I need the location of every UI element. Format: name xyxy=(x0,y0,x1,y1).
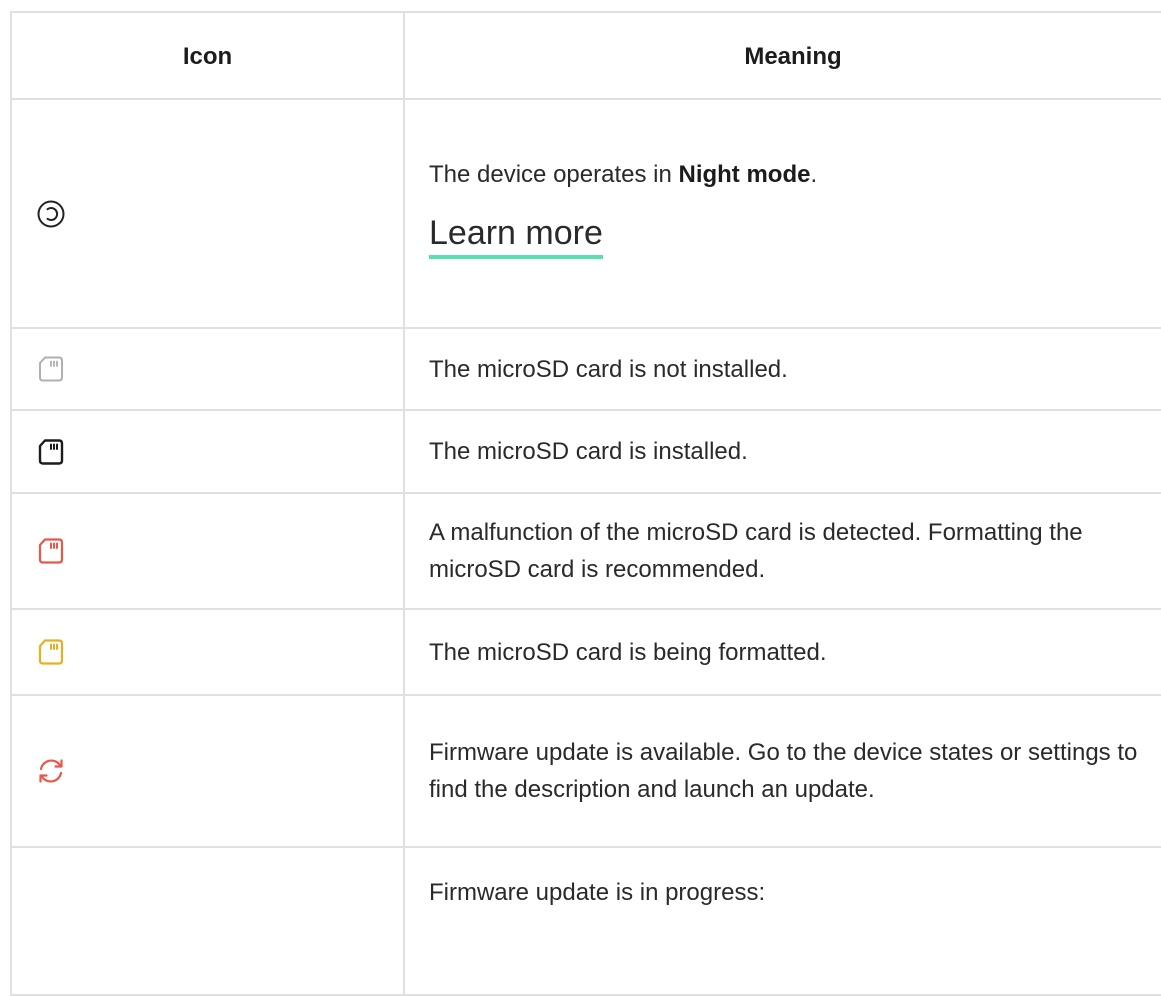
icon-cell xyxy=(10,409,405,494)
table-row: Firmware update is in progress: xyxy=(10,846,1161,996)
icon-cell xyxy=(10,327,405,411)
table-row: A malfunction of the microSD card is det… xyxy=(10,492,1161,610)
icon-cell xyxy=(10,694,405,848)
table-row: The device operates in Night mode. Learn… xyxy=(10,98,1161,329)
microsd-not-installed-icon xyxy=(36,354,66,384)
meaning-cell: The microSD card is not installed. xyxy=(403,327,1161,411)
table-row: Firmware update is available. Go to the … xyxy=(10,694,1161,848)
learn-more-link[interactable]: Learn more xyxy=(429,213,603,259)
microsd-malfunction-icon xyxy=(36,536,66,566)
night-mode-text-bold: Night mode xyxy=(678,161,811,188)
meaning-cell: Firmware update is in progress: xyxy=(403,846,1161,996)
icon-cell xyxy=(10,846,405,996)
night-mode-text-post: . xyxy=(810,161,818,188)
table-row: The microSD card is installed. xyxy=(10,409,1161,494)
icon-legend-table-wrapper: Icon Meaning The device operates in Nigh… xyxy=(0,0,1161,996)
night-mode-text: The device operates in Night mode. xyxy=(429,156,1141,193)
microsd-installed-icon xyxy=(36,437,66,467)
firmware-update-icon xyxy=(36,756,66,786)
table-row: The microSD card is being formatted. xyxy=(10,608,1161,696)
column-header-meaning: Meaning xyxy=(403,11,1161,100)
microsd-formatting-icon xyxy=(36,637,66,667)
meaning-cell: Firmware update is available. Go to the … xyxy=(403,694,1161,848)
icon-cell xyxy=(10,608,405,696)
meaning-cell: The microSD card is being formatted. xyxy=(403,608,1161,696)
icon-cell xyxy=(10,492,405,610)
icon-legend-table: Icon Meaning The device operates in Nigh… xyxy=(10,11,1161,996)
column-header-icon: Icon xyxy=(10,11,405,100)
table-row: The microSD card is not installed. xyxy=(10,327,1161,411)
meaning-cell: The microSD card is installed. xyxy=(403,409,1161,494)
table-header-row: Icon Meaning xyxy=(10,11,1161,100)
night-mode-icon xyxy=(36,199,66,229)
night-mode-text-pre: The device operates in xyxy=(429,161,679,188)
meaning-cell: A malfunction of the microSD card is det… xyxy=(403,492,1161,610)
meaning-cell: The device operates in Night mode. Learn… xyxy=(403,98,1161,329)
icon-cell xyxy=(10,98,405,329)
